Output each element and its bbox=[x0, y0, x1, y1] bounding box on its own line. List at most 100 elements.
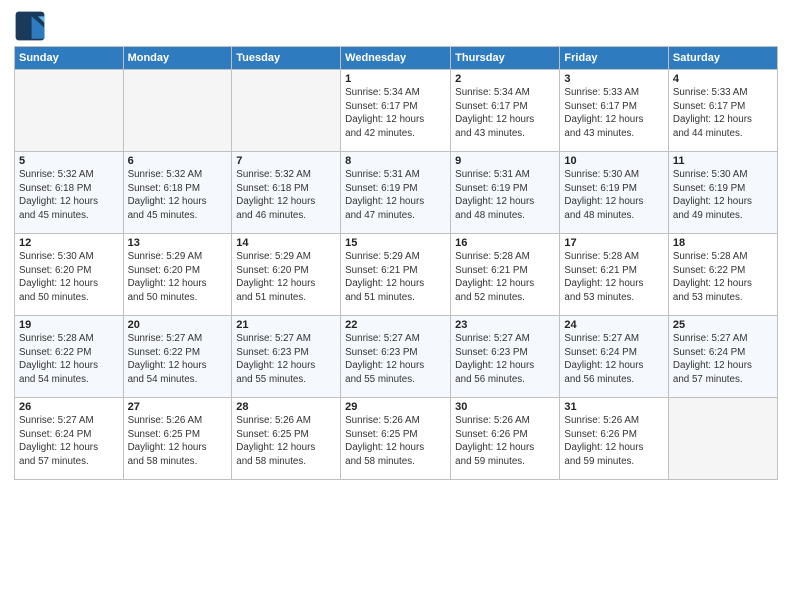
day-info: Sunrise: 5:30 AMSunset: 6:19 PMDaylight:… bbox=[673, 168, 773, 223]
day-number: 28 bbox=[236, 401, 336, 413]
day-info: Sunrise: 5:26 AMSunset: 6:25 PMDaylight:… bbox=[345, 414, 446, 469]
day-number: 9 bbox=[455, 155, 555, 167]
day-number: 20 bbox=[128, 319, 228, 331]
day-info: Sunrise: 5:33 AMSunset: 6:17 PMDaylight:… bbox=[564, 86, 663, 141]
calendar-cell bbox=[123, 70, 232, 152]
day-number: 4 bbox=[673, 73, 773, 85]
calendar-cell: 14Sunrise: 5:29 AMSunset: 6:20 PMDayligh… bbox=[232, 234, 341, 316]
calendar-cell: 4Sunrise: 5:33 AMSunset: 6:17 PMDaylight… bbox=[668, 70, 777, 152]
day-info: Sunrise: 5:28 AMSunset: 6:21 PMDaylight:… bbox=[564, 250, 663, 305]
calendar-cell: 8Sunrise: 5:31 AMSunset: 6:19 PMDaylight… bbox=[341, 152, 451, 234]
day-number: 14 bbox=[236, 237, 336, 249]
day-number: 21 bbox=[236, 319, 336, 331]
calendar-cell bbox=[15, 70, 124, 152]
calendar-cell: 27Sunrise: 5:26 AMSunset: 6:25 PMDayligh… bbox=[123, 398, 232, 480]
day-info: Sunrise: 5:34 AMSunset: 6:17 PMDaylight:… bbox=[345, 86, 446, 141]
day-info: Sunrise: 5:26 AMSunset: 6:26 PMDaylight:… bbox=[455, 414, 555, 469]
calendar-week-1: 1Sunrise: 5:34 AMSunset: 6:17 PMDaylight… bbox=[15, 70, 778, 152]
day-number: 23 bbox=[455, 319, 555, 331]
calendar-cell: 10Sunrise: 5:30 AMSunset: 6:19 PMDayligh… bbox=[560, 152, 668, 234]
day-info: Sunrise: 5:28 AMSunset: 6:21 PMDaylight:… bbox=[455, 250, 555, 305]
calendar-cell: 2Sunrise: 5:34 AMSunset: 6:17 PMDaylight… bbox=[451, 70, 560, 152]
calendar-header-thursday: Thursday bbox=[451, 47, 560, 70]
calendar-week-3: 12Sunrise: 5:30 AMSunset: 6:20 PMDayligh… bbox=[15, 234, 778, 316]
calendar-cell: 6Sunrise: 5:32 AMSunset: 6:18 PMDaylight… bbox=[123, 152, 232, 234]
day-info: Sunrise: 5:27 AMSunset: 6:23 PMDaylight:… bbox=[345, 332, 446, 387]
calendar-header-row: SundayMondayTuesdayWednesdayThursdayFrid… bbox=[15, 47, 778, 70]
day-number: 3 bbox=[564, 73, 663, 85]
day-info: Sunrise: 5:30 AMSunset: 6:19 PMDaylight:… bbox=[564, 168, 663, 223]
calendar-header-tuesday: Tuesday bbox=[232, 47, 341, 70]
calendar: SundayMondayTuesdayWednesdayThursdayFrid… bbox=[14, 46, 778, 480]
calendar-cell: 9Sunrise: 5:31 AMSunset: 6:19 PMDaylight… bbox=[451, 152, 560, 234]
day-info: Sunrise: 5:29 AMSunset: 6:21 PMDaylight:… bbox=[345, 250, 446, 305]
calendar-cell: 3Sunrise: 5:33 AMSunset: 6:17 PMDaylight… bbox=[560, 70, 668, 152]
day-info: Sunrise: 5:32 AMSunset: 6:18 PMDaylight:… bbox=[236, 168, 336, 223]
calendar-cell bbox=[232, 70, 341, 152]
day-info: Sunrise: 5:29 AMSunset: 6:20 PMDaylight:… bbox=[236, 250, 336, 305]
day-number: 22 bbox=[345, 319, 446, 331]
calendar-cell: 26Sunrise: 5:27 AMSunset: 6:24 PMDayligh… bbox=[15, 398, 124, 480]
calendar-cell: 16Sunrise: 5:28 AMSunset: 6:21 PMDayligh… bbox=[451, 234, 560, 316]
calendar-cell: 17Sunrise: 5:28 AMSunset: 6:21 PMDayligh… bbox=[560, 234, 668, 316]
calendar-cell: 13Sunrise: 5:29 AMSunset: 6:20 PMDayligh… bbox=[123, 234, 232, 316]
calendar-week-2: 5Sunrise: 5:32 AMSunset: 6:18 PMDaylight… bbox=[15, 152, 778, 234]
calendar-cell: 31Sunrise: 5:26 AMSunset: 6:26 PMDayligh… bbox=[560, 398, 668, 480]
calendar-cell: 21Sunrise: 5:27 AMSunset: 6:23 PMDayligh… bbox=[232, 316, 341, 398]
calendar-week-4: 19Sunrise: 5:28 AMSunset: 6:22 PMDayligh… bbox=[15, 316, 778, 398]
day-number: 16 bbox=[455, 237, 555, 249]
day-number: 30 bbox=[455, 401, 555, 413]
day-info: Sunrise: 5:29 AMSunset: 6:20 PMDaylight:… bbox=[128, 250, 228, 305]
day-number: 5 bbox=[19, 155, 119, 167]
calendar-header-wednesday: Wednesday bbox=[341, 47, 451, 70]
calendar-cell: 29Sunrise: 5:26 AMSunset: 6:25 PMDayligh… bbox=[341, 398, 451, 480]
day-info: Sunrise: 5:27 AMSunset: 6:23 PMDaylight:… bbox=[455, 332, 555, 387]
day-info: Sunrise: 5:31 AMSunset: 6:19 PMDaylight:… bbox=[345, 168, 446, 223]
calendar-cell: 30Sunrise: 5:26 AMSunset: 6:26 PMDayligh… bbox=[451, 398, 560, 480]
day-info: Sunrise: 5:32 AMSunset: 6:18 PMDaylight:… bbox=[19, 168, 119, 223]
logo bbox=[14, 10, 50, 42]
calendar-header-sunday: Sunday bbox=[15, 47, 124, 70]
day-info: Sunrise: 5:26 AMSunset: 6:25 PMDaylight:… bbox=[236, 414, 336, 469]
day-info: Sunrise: 5:27 AMSunset: 6:24 PMDaylight:… bbox=[19, 414, 119, 469]
day-number: 1 bbox=[345, 73, 446, 85]
day-number: 25 bbox=[673, 319, 773, 331]
day-info: Sunrise: 5:32 AMSunset: 6:18 PMDaylight:… bbox=[128, 168, 228, 223]
day-number: 2 bbox=[455, 73, 555, 85]
day-info: Sunrise: 5:27 AMSunset: 6:22 PMDaylight:… bbox=[128, 332, 228, 387]
calendar-cell: 24Sunrise: 5:27 AMSunset: 6:24 PMDayligh… bbox=[560, 316, 668, 398]
day-number: 11 bbox=[673, 155, 773, 167]
day-number: 19 bbox=[19, 319, 119, 331]
day-info: Sunrise: 5:30 AMSunset: 6:20 PMDaylight:… bbox=[19, 250, 119, 305]
day-number: 15 bbox=[345, 237, 446, 249]
day-info: Sunrise: 5:33 AMSunset: 6:17 PMDaylight:… bbox=[673, 86, 773, 141]
calendar-cell: 11Sunrise: 5:30 AMSunset: 6:19 PMDayligh… bbox=[668, 152, 777, 234]
day-number: 18 bbox=[673, 237, 773, 249]
header bbox=[14, 10, 778, 42]
calendar-cell: 25Sunrise: 5:27 AMSunset: 6:24 PMDayligh… bbox=[668, 316, 777, 398]
day-number: 27 bbox=[128, 401, 228, 413]
day-info: Sunrise: 5:34 AMSunset: 6:17 PMDaylight:… bbox=[455, 86, 555, 141]
calendar-header-saturday: Saturday bbox=[668, 47, 777, 70]
day-number: 12 bbox=[19, 237, 119, 249]
day-info: Sunrise: 5:28 AMSunset: 6:22 PMDaylight:… bbox=[19, 332, 119, 387]
logo-icon bbox=[14, 10, 46, 42]
calendar-cell: 22Sunrise: 5:27 AMSunset: 6:23 PMDayligh… bbox=[341, 316, 451, 398]
day-number: 7 bbox=[236, 155, 336, 167]
calendar-cell: 12Sunrise: 5:30 AMSunset: 6:20 PMDayligh… bbox=[15, 234, 124, 316]
day-info: Sunrise: 5:27 AMSunset: 6:24 PMDaylight:… bbox=[564, 332, 663, 387]
calendar-cell: 7Sunrise: 5:32 AMSunset: 6:18 PMDaylight… bbox=[232, 152, 341, 234]
calendar-cell: 1Sunrise: 5:34 AMSunset: 6:17 PMDaylight… bbox=[341, 70, 451, 152]
day-info: Sunrise: 5:26 AMSunset: 6:26 PMDaylight:… bbox=[564, 414, 663, 469]
calendar-header-monday: Monday bbox=[123, 47, 232, 70]
day-number: 10 bbox=[564, 155, 663, 167]
calendar-cell: 28Sunrise: 5:26 AMSunset: 6:25 PMDayligh… bbox=[232, 398, 341, 480]
calendar-cell bbox=[668, 398, 777, 480]
day-number: 17 bbox=[564, 237, 663, 249]
calendar-cell: 23Sunrise: 5:27 AMSunset: 6:23 PMDayligh… bbox=[451, 316, 560, 398]
day-number: 31 bbox=[564, 401, 663, 413]
calendar-header-friday: Friday bbox=[560, 47, 668, 70]
day-number: 6 bbox=[128, 155, 228, 167]
calendar-cell: 19Sunrise: 5:28 AMSunset: 6:22 PMDayligh… bbox=[15, 316, 124, 398]
day-number: 26 bbox=[19, 401, 119, 413]
